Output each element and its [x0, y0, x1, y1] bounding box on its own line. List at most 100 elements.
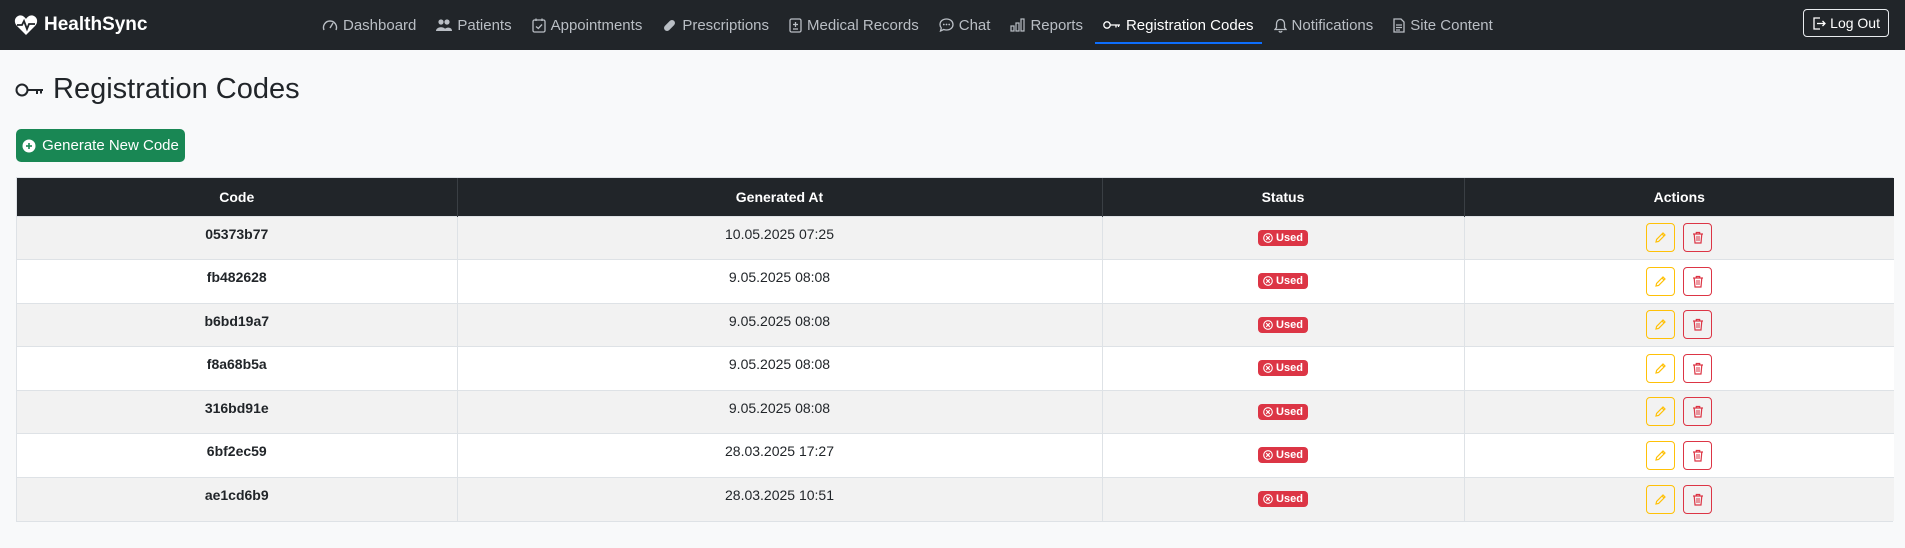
edit-button[interactable]: [1646, 484, 1676, 514]
generated-at-value: 9.05.2025 08:08: [728, 356, 831, 373]
actions-cell: [1464, 346, 1894, 390]
x-circle-icon: [1263, 406, 1273, 417]
edit-button[interactable]: [1646, 223, 1676, 253]
column-header-generated-at[interactable]: Generated At: [457, 178, 1103, 216]
code-cell: ae1cd6b9: [17, 476, 458, 521]
table-row: 316bd91e 9.05.2025 08:08 Used: [17, 389, 1894, 434]
row-actions: [1646, 310, 1713, 340]
actions-cell: [1464, 215, 1894, 260]
nav-item-registration-codes[interactable]: Registration Codes: [1093, 0, 1264, 50]
row-actions: [1646, 397, 1713, 427]
nav-label: Site Content: [1410, 16, 1493, 34]
status-label: Used: [1276, 405, 1303, 418]
nav-item-prescriptions[interactable]: Prescriptions: [652, 0, 779, 50]
code-value: f8a68b5a: [206, 356, 267, 373]
key-icon: [1103, 21, 1120, 29]
nav-item-patients[interactable]: Patients: [426, 0, 521, 50]
x-circle-icon: [1263, 363, 1273, 374]
actions-cell: [1464, 259, 1894, 303]
status-label: Used: [1276, 493, 1303, 505]
brand-name: HealthSync: [44, 14, 148, 35]
status-badge: Used: [1258, 360, 1308, 377]
nav-label: Appointments: [550, 16, 643, 34]
bell-icon: [1273, 18, 1287, 33]
trash-icon: [1692, 449, 1703, 462]
edit-button[interactable]: [1646, 397, 1676, 427]
row-actions: [1646, 440, 1713, 470]
edit-button[interactable]: [1646, 440, 1676, 470]
trash-icon: [1692, 232, 1703, 244]
trash-icon: [1692, 275, 1703, 288]
generate-new-code-button[interactable]: Generate New Code: [16, 129, 185, 162]
dashboard-icon: [322, 20, 338, 31]
row-actions: [1646, 484, 1713, 514]
status-label: Used: [1276, 275, 1303, 288]
nav-item-appointments[interactable]: Appointments: [522, 0, 653, 50]
delete-button[interactable]: [1683, 266, 1713, 296]
generated-at-value: 9.05.2025 08:08: [728, 269, 831, 286]
nav-item-chat[interactable]: Chat: [929, 0, 1001, 50]
pencil-icon: [1655, 449, 1667, 461]
delete-button[interactable]: [1683, 223, 1713, 253]
calendar-check-icon: [531, 18, 546, 33]
generated-at-value: 9.05.2025 08:08: [728, 399, 831, 416]
status-cell: Used: [1102, 215, 1465, 260]
delete-button[interactable]: [1683, 440, 1713, 470]
brand[interactable]: HealthSync: [14, 0, 147, 50]
edit-button[interactable]: [1646, 266, 1676, 296]
trash-icon: [1692, 319, 1703, 331]
generated-at-cell: 10.05.2025 07:25: [457, 215, 1103, 260]
status-cell: Used: [1102, 259, 1465, 303]
delete-button[interactable]: [1683, 310, 1713, 340]
nav-item-site-content[interactable]: Site Content: [1383, 0, 1503, 50]
delete-button[interactable]: [1683, 484, 1713, 514]
table-row: f8a68b5a 9.05.2025 08:08 Used: [17, 346, 1894, 390]
status-badge: Used: [1258, 273, 1308, 290]
status-cell: Used: [1102, 346, 1465, 390]
nav-label: Registration Codes: [1125, 16, 1254, 34]
status-badge: Used: [1258, 316, 1308, 333]
key-icon: [15, 83, 43, 96]
generated-at-value: 10.05.2025 07:25: [725, 225, 834, 242]
status-cell: Used: [1102, 302, 1465, 347]
registration-codes-table: Code Generated At Status Actions 05373b7…: [16, 177, 1894, 522]
nav-item-medical-records[interactable]: Medical Records: [779, 0, 929, 50]
delete-button[interactable]: [1683, 397, 1713, 427]
generated-at-value: 9.05.2025 08:08: [728, 312, 831, 329]
actions-cell: [1464, 302, 1894, 347]
delete-button[interactable]: [1683, 353, 1713, 383]
edit-button[interactable]: [1646, 310, 1676, 340]
code-value: ae1cd6b9: [204, 487, 269, 503]
nav-label: Reports: [1030, 16, 1083, 34]
trash-icon: [1692, 493, 1703, 506]
code-cell: 05373b77: [17, 215, 458, 260]
nav-label: Medical Records: [807, 16, 919, 34]
heart-pulse-icon: [14, 15, 38, 35]
code-value: fb482628: [206, 269, 267, 286]
code-value: b6bd19a7: [204, 312, 270, 329]
capsule-icon: [664, 19, 676, 31]
pencil-icon: [1655, 319, 1667, 331]
x-circle-icon: [1263, 276, 1273, 287]
x-circle-icon: [1263, 319, 1273, 330]
pencil-icon: [1655, 275, 1667, 287]
column-header-code[interactable]: Code: [17, 178, 458, 216]
nav-item-dashboard[interactable]: Dashboard: [312, 0, 426, 50]
logout-button[interactable]: Log Out: [1803, 9, 1889, 37]
main-nav: Dashboard Patients Appointments Prescrip…: [312, 0, 1503, 50]
document-icon: [1393, 17, 1405, 33]
table-row: 05373b77 10.05.2025 07:25 Used: [17, 215, 1894, 260]
logout-icon: [1813, 16, 1827, 30]
actions-cell: [1464, 389, 1894, 434]
edit-button[interactable]: [1646, 353, 1676, 383]
generated-at-value: 28.03.2025 17:27: [725, 443, 834, 460]
column-header-status[interactable]: Status: [1102, 178, 1465, 216]
nav-label: Chat: [958, 16, 991, 34]
nav-item-notifications[interactable]: Notifications: [1264, 0, 1384, 50]
generate-button-label: Generate New Code: [42, 137, 179, 154]
x-circle-icon: [1263, 494, 1273, 504]
trash-icon: [1692, 362, 1703, 375]
generated-at-cell: 9.05.2025 08:08: [457, 346, 1103, 390]
bar-chart-icon: [1010, 18, 1026, 32]
nav-item-reports[interactable]: Reports: [1000, 0, 1093, 50]
